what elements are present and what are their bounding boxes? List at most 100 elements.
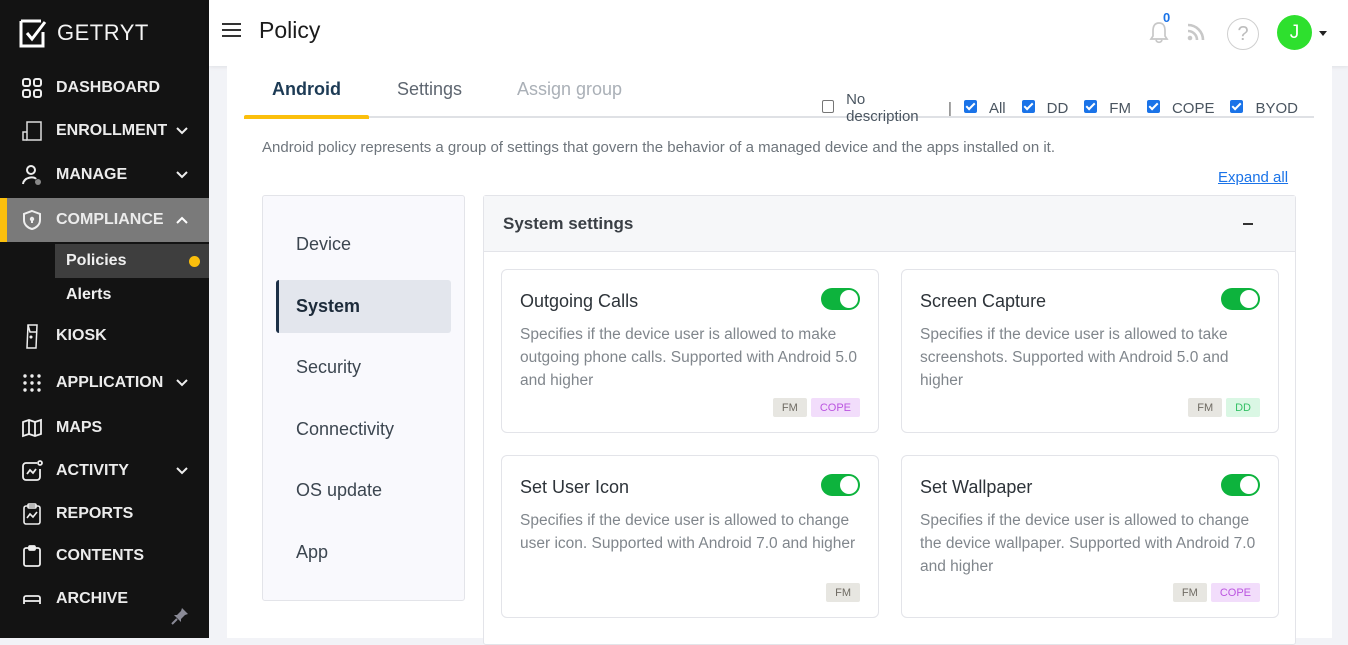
sidebar-item-activity[interactable]: ACTIVITY: [0, 449, 209, 493]
filter-fm[interactable]: FM: [1084, 99, 1131, 117]
category-app[interactable]: App: [276, 526, 451, 579]
setting-toggle[interactable]: [821, 288, 860, 310]
category-security[interactable]: Security: [276, 341, 451, 394]
enrollment-icon: [20, 119, 44, 143]
expand-all-link[interactable]: Expand all: [1218, 169, 1288, 186]
rss-feed-icon[interactable]: [1187, 23, 1205, 41]
no-description-checkbox[interactable]: [822, 99, 835, 113]
sidebar-item-contents[interactable]: CONTENTS: [0, 534, 209, 578]
collapse-icon[interactable]: [1243, 223, 1253, 225]
top-bar: Policy 0 ? J: [209, 0, 1348, 66]
sidebar-item-archive[interactable]: ARCHIVE: [0, 586, 209, 604]
tab-settings[interactable]: Settings: [397, 79, 462, 116]
sidebar-item-enrollment[interactable]: ENROLLMENT: [0, 109, 209, 153]
badge-group: FM COPE: [772, 398, 860, 417]
no-description-filter[interactable]: No description: [822, 91, 934, 125]
setting-toggle[interactable]: [1221, 474, 1260, 496]
setting-description: Specifies if the device user is allowed …: [520, 512, 856, 552]
setting-toggle[interactable]: [821, 474, 860, 496]
cope-checkbox[interactable]: [1146, 99, 1160, 113]
sidebar-item-label: ENROLLMENT: [56, 122, 168, 139]
category-connectivity[interactable]: Connectivity: [276, 403, 451, 456]
setting-card: Set Wallpaper Specifies if the device us…: [901, 455, 1279, 618]
chevron-up-icon: [176, 216, 188, 224]
logo[interactable]: GETRYT: [19, 18, 149, 48]
archive-icon: [20, 592, 44, 604]
sidebar-item-label: ACTIVITY: [56, 462, 129, 479]
setting-card: Screen Capture Specifies if the device u…: [901, 269, 1279, 433]
sidebar: GETRYT DASHBOARD ENROLLMENT MANAGE COMPL…: [0, 0, 209, 638]
filter-all[interactable]: All: [963, 99, 1006, 117]
user-menu-caret-icon[interactable]: [1319, 31, 1327, 36]
chevron-down-icon: [176, 379, 188, 387]
sidebar-subitem-policies[interactable]: Policies: [55, 244, 209, 278]
manage-user-icon: [20, 163, 44, 187]
help-button[interactable]: ?: [1227, 18, 1259, 50]
policy-description: Android policy represents a group of set…: [262, 139, 1056, 156]
notification-count: 0: [1163, 10, 1171, 25]
sidebar-item-manage[interactable]: MANAGE: [0, 153, 209, 197]
filter-label: FM: [1109, 99, 1131, 117]
filter-bar: No description | All DD FM COPE BYOD: [822, 91, 1314, 125]
sidebar-item-label: REPORTS: [56, 505, 134, 522]
setting-description: Specifies if the device user is allowed …: [920, 326, 1229, 389]
category-os-update[interactable]: OS update: [276, 464, 451, 517]
page-title: Policy: [259, 17, 321, 43]
tab-android[interactable]: Android: [244, 79, 369, 119]
fm-checkbox[interactable]: [1084, 99, 1098, 113]
sidebar-item-label: CONTENTS: [56, 547, 144, 564]
filter-byod[interactable]: BYOD: [1230, 99, 1298, 117]
byod-checkbox[interactable]: [1230, 99, 1244, 113]
badge-group: FM DD: [1188, 398, 1260, 417]
chevron-down-icon: [176, 171, 188, 179]
sidebar-item-maps[interactable]: MAPS: [0, 406, 209, 450]
sidebar-item-application[interactable]: APPLICATION: [0, 361, 209, 405]
all-checkbox[interactable]: [963, 99, 977, 113]
sidebar-subitem-alerts[interactable]: Alerts: [55, 278, 209, 312]
section-header[interactable]: System settings: [484, 196, 1295, 252]
filter-cope[interactable]: COPE: [1146, 99, 1215, 117]
badge-fm: FM: [1188, 398, 1223, 417]
sidebar-subitem-label: Alerts: [66, 286, 112, 303]
setting-description: Specifies if the device user is allowed …: [920, 512, 1256, 575]
filter-dd[interactable]: DD: [1021, 99, 1069, 117]
setting-card: Outgoing Calls Specifies if the device u…: [501, 269, 879, 433]
filter-label: COPE: [1171, 99, 1215, 117]
category-system[interactable]: System: [276, 280, 451, 333]
filter-label: No description: [846, 91, 919, 125]
badge-cope: COPE: [810, 398, 860, 417]
active-indicator-dot: [189, 255, 200, 267]
sidebar-item-dashboard[interactable]: DASHBOARD: [0, 66, 209, 110]
badge-fm: FM: [772, 398, 807, 417]
setting-toggle[interactable]: [1221, 288, 1260, 310]
map-icon: [20, 416, 44, 440]
setting-card: Set User Icon Specifies if the device us…: [501, 455, 879, 618]
sidebar-item-reports[interactable]: REPORTS: [0, 492, 209, 536]
setting-description: Specifies if the device user is allowed …: [520, 326, 857, 389]
reports-icon: [20, 502, 44, 526]
section-title: System settings: [503, 214, 634, 233]
sidebar-item-kiosk[interactable]: KIOSK: [0, 314, 209, 358]
badge-group: FM COPE: [1172, 583, 1260, 602]
category-device[interactable]: Device: [276, 218, 451, 271]
sidebar-item-label: MANAGE: [56, 166, 128, 183]
sidebar-subitem-label: Policies: [66, 252, 127, 269]
sidebar-item-compliance[interactable]: COMPLIANCE: [0, 198, 209, 242]
shield-icon: [20, 208, 44, 232]
setting-title: Outgoing Calls: [520, 291, 639, 311]
system-settings-section: System settings Outgoing Calls Specifies…: [483, 195, 1296, 645]
filter-label: DD: [1046, 99, 1069, 117]
badge-fm: FM: [1172, 583, 1207, 602]
dd-checkbox[interactable]: [1021, 99, 1035, 113]
filter-separator: |: [948, 99, 952, 117]
user-avatar[interactable]: J: [1277, 15, 1312, 50]
apps-grid-icon: [20, 371, 44, 395]
tab-assign-group[interactable]: Assign group: [517, 79, 622, 116]
logo-check-icon: [19, 19, 47, 48]
badge-fm: FM: [826, 583, 860, 602]
pin-icon[interactable]: [170, 606, 190, 626]
chevron-down-icon: [176, 467, 188, 475]
sidebar-item-label: DASHBOARD: [56, 79, 160, 96]
sidebar-item-label: ARCHIVE: [56, 590, 129, 604]
hamburger-menu-icon[interactable]: [222, 22, 241, 38]
